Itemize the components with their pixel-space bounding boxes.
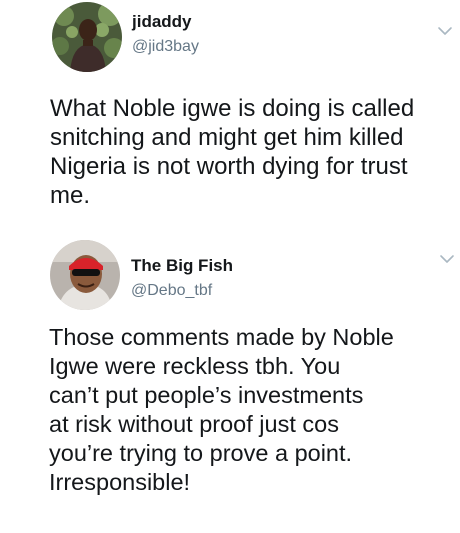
tweet-text-line: you’re trying to prove a point. [49, 440, 353, 466]
tweet-text-line: snitching and might get him killed [50, 124, 404, 151]
tweet-text-line: Igwe were reckless tbh. You [49, 353, 341, 379]
avatar[interactable] [52, 2, 122, 72]
tweet-text-line: can’t put people’s investments [49, 382, 364, 408]
user-handle[interactable]: @Debo_tbf [131, 282, 212, 300]
tweet-text-line: Those comments made by Noble [49, 324, 394, 350]
tweet-text-line: Nigeria is not worth dying for trust [50, 153, 408, 180]
user-photo-avatar-icon [50, 240, 120, 310]
user-photo-avatar-icon [52, 2, 122, 72]
tweet-text-line: me. [50, 182, 91, 209]
tweet-text-line: What Noble igwe is doing is called [50, 95, 415, 122]
tweet[interactable]: The Big Fish @Debo_tbf Those comments ma… [0, 232, 460, 533]
user-handle[interactable]: @jid3bay [132, 38, 199, 56]
tweet-text-line: Irresponsible! [49, 469, 191, 495]
chevron-down-icon[interactable] [436, 24, 454, 36]
tweet-text: Those comments made by Noble Igwe were r… [49, 323, 394, 497]
display-name[interactable]: The Big Fish [131, 256, 233, 276]
tweet-text-line: at risk without proof just cos [49, 411, 339, 437]
avatar[interactable] [50, 240, 120, 310]
tweet-text: What Noble igwe is doing is called snitc… [50, 94, 414, 210]
chevron-down-icon[interactable] [438, 252, 456, 264]
display-name[interactable]: jidaddy [132, 12, 192, 32]
tweet[interactable]: jidaddy @jid3bay What Noble igwe is doin… [0, 0, 460, 232]
